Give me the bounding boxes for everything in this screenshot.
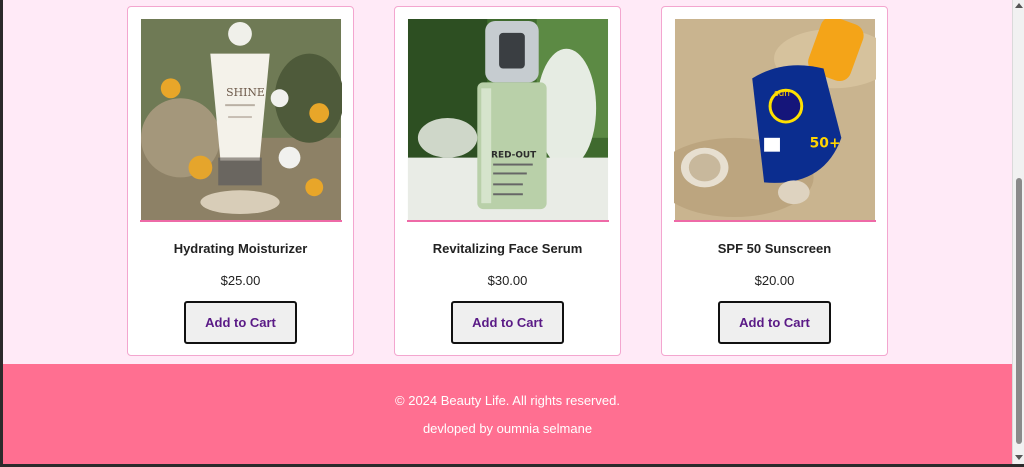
moisturizer-tube-image: SHINE	[140, 19, 342, 220]
product-price: $20.00	[754, 273, 795, 288]
svg-text:50+: 50+	[810, 136, 841, 152]
product-price: $25.00	[220, 273, 261, 288]
vertical-scrollbar[interactable]	[1012, 0, 1024, 464]
add-to-cart-button[interactable]: Add to Cart	[184, 301, 297, 344]
footer-developer-credit: devloped by oumnia selmane	[422, 421, 593, 436]
product-card: sun 50+ SPF 50 Sunscreen $20.00 Add to C…	[661, 6, 888, 356]
scroll-up-arrow-icon[interactable]	[1015, 3, 1023, 8]
sunscreen-bottle-image: sun 50+	[674, 19, 876, 220]
serum-bottle-image: RED-OUT	[407, 19, 609, 220]
product-name: Revitalizing Face Serum	[432, 241, 583, 256]
product-name: SPF 50 Sunscreen	[717, 241, 832, 256]
site-footer: © 2024 Beauty Life. All rights reserved.…	[3, 364, 1012, 464]
product-card: SHINE Hydrating Moisturizer $25.00 Add t…	[127, 6, 354, 356]
product-image: RED-OUT	[407, 19, 609, 222]
svg-text:RED-OUT: RED-OUT	[491, 151, 537, 161]
svg-text:sun: sun	[774, 89, 790, 99]
product-image: sun 50+	[674, 19, 876, 222]
product-card: RED-OUT Revitalizing Face Serum $30.00 A…	[394, 6, 621, 356]
product-grid: SHINE Hydrating Moisturizer $25.00 Add t…	[3, 0, 1012, 364]
product-name: Hydrating Moisturizer	[173, 241, 308, 256]
scroll-down-arrow-icon[interactable]	[1015, 455, 1023, 460]
svg-text:SHINE: SHINE	[226, 86, 265, 99]
scrollbar-thumb[interactable]	[1016, 178, 1022, 444]
page-viewport: SHINE Hydrating Moisturizer $25.00 Add t…	[3, 0, 1012, 464]
footer-copyright: © 2024 Beauty Life. All rights reserved.	[395, 393, 620, 408]
product-image: SHINE	[140, 19, 342, 222]
product-price: $30.00	[487, 273, 528, 288]
add-to-cart-button[interactable]: Add to Cart	[451, 301, 564, 344]
add-to-cart-button[interactable]: Add to Cart	[718, 301, 831, 344]
